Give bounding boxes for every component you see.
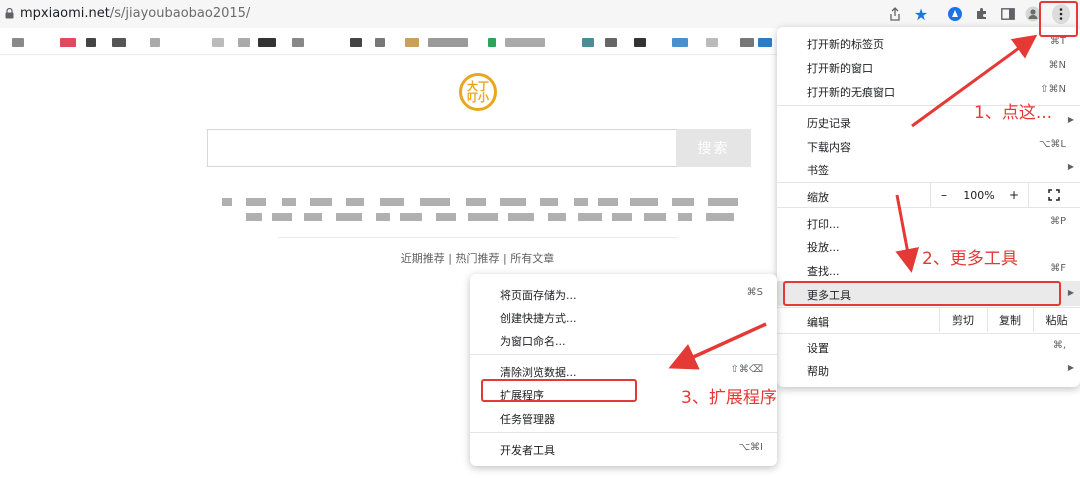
arrow-step3: [668, 322, 767, 370]
annotation-arrows: [668, 34, 1038, 370]
arrow-step2: [895, 194, 920, 273]
annotation-step3: 3、扩展程序: [681, 388, 777, 408]
annotation-step2: 2、更多工具: [922, 249, 1018, 269]
annotation-step1: 1、点这...: [974, 103, 1053, 123]
